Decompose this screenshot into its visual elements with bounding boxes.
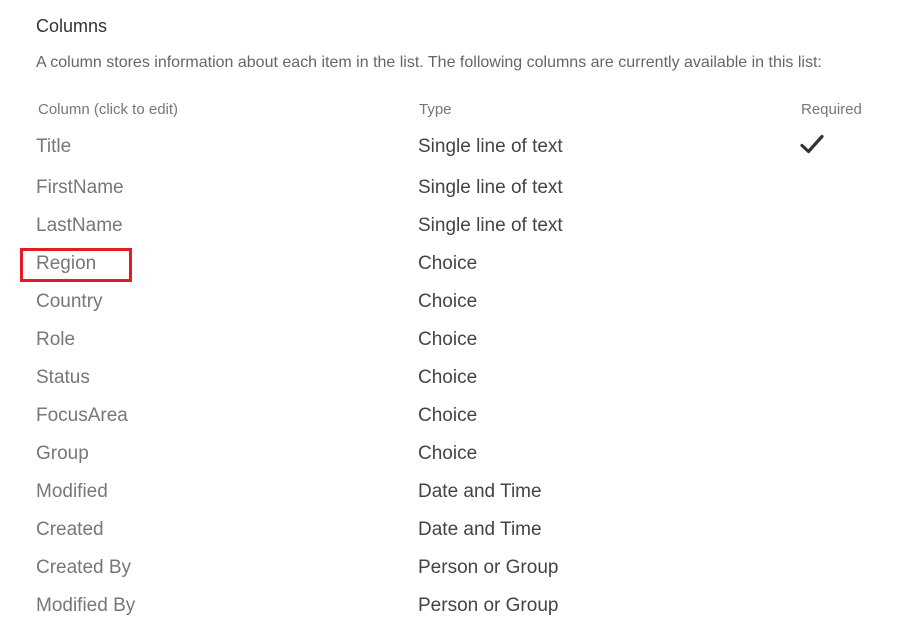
column-type: Single line of text: [418, 177, 563, 198]
column-name-link[interactable]: Modified By: [36, 588, 135, 624]
table-row: Country Choice: [0, 284, 904, 320]
column-type: Choice: [418, 405, 478, 426]
column-name-link[interactable]: Modified: [36, 474, 108, 510]
column-header-type: Type: [419, 101, 452, 118]
checkmark-icon: [800, 133, 826, 159]
column-name-link[interactable]: Country: [36, 284, 103, 320]
column-header-name: Column (click to edit): [38, 101, 179, 118]
column-type: Date and Time: [418, 481, 542, 502]
column-type: Person or Group: [418, 595, 559, 616]
column-type: Person or Group: [418, 557, 559, 578]
page-title: Columns: [36, 16, 108, 36]
table-row: Modified By Person or Group: [0, 588, 904, 624]
column-type: Choice: [418, 329, 478, 350]
column-name-link[interactable]: Created: [36, 512, 104, 548]
column-name-link[interactable]: Role: [36, 322, 75, 358]
section-description: A column stores information about each i…: [36, 54, 822, 71]
table-row: Group Choice: [0, 436, 904, 472]
column-name-link[interactable]: Status: [36, 360, 90, 396]
column-name-link[interactable]: Title: [36, 129, 71, 165]
table-row: FocusArea Choice: [0, 398, 904, 434]
column-type: Choice: [418, 443, 478, 464]
column-name-link[interactable]: Created By: [36, 550, 131, 586]
column-name-link[interactable]: FirstName: [36, 170, 124, 206]
column-name-link[interactable]: Group: [36, 436, 89, 472]
table-row: Status Choice: [0, 360, 904, 396]
column-type: Single line of text: [418, 215, 563, 236]
table-row: Modified Date and Time: [0, 474, 904, 510]
column-type: Choice: [418, 253, 478, 274]
column-type: Single line of text: [418, 136, 563, 157]
column-type: Date and Time: [418, 519, 542, 540]
table-row: Created Date and Time: [0, 512, 904, 548]
column-name-link[interactable]: FocusArea: [36, 398, 128, 434]
column-type: Choice: [418, 291, 478, 312]
table-row: Title Single line of text: [0, 129, 904, 165]
column-name-link[interactable]: LastName: [36, 208, 123, 244]
table-row: Created By Person or Group: [0, 550, 904, 586]
table-row: Role Choice: [0, 322, 904, 358]
table-row: Region Choice: [0, 246, 904, 282]
table-row: FirstName Single line of text: [0, 170, 904, 206]
column-type: Choice: [418, 367, 478, 388]
highlight-box: [20, 248, 132, 282]
table-row: LastName Single line of text: [0, 208, 904, 244]
column-header-required: Required: [801, 101, 862, 118]
